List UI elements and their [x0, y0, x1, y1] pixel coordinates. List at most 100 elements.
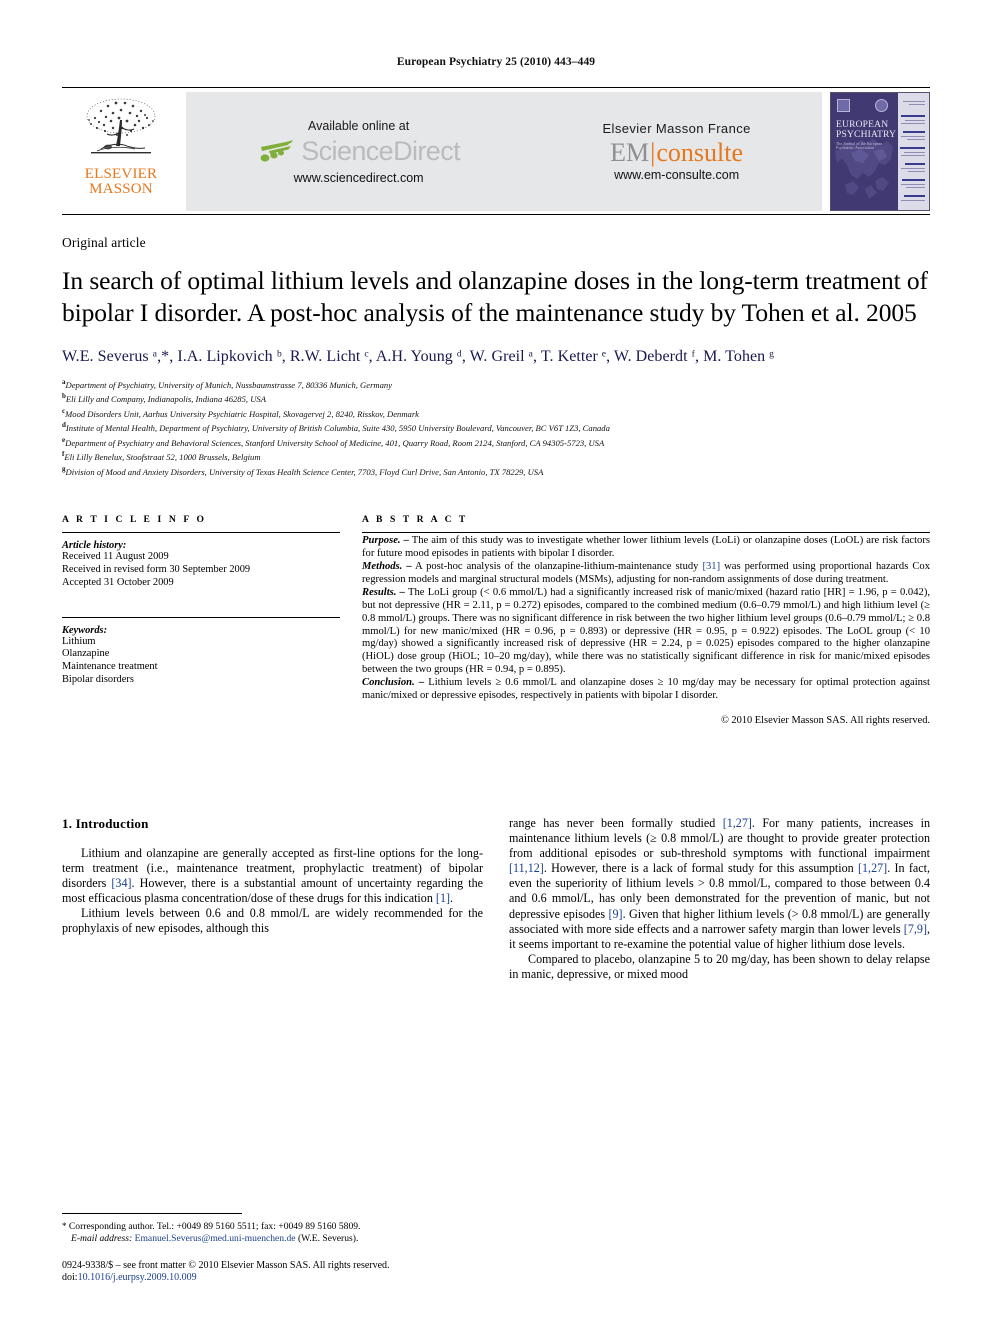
footnote-zone: * Corresponding author. Tel.: +0049 89 5…: [62, 1213, 492, 1285]
intro-paragraph-2: Lithium levels between 0.6 and 0.8 mmol/…: [62, 906, 483, 936]
affiliation-text: Department of Psychiatry, University of …: [65, 379, 393, 390]
affiliation-text: Mood Disorders Unit, Aarhus University P…: [65, 408, 419, 419]
affiliation-item: cMood Disorders Unit, Aarhus University …: [62, 406, 419, 419]
abstract-results-text: The LoLi group (< 0.6 mmol/L) had a sign…: [362, 586, 930, 676]
citation-link[interactable]: [7,9]: [904, 922, 927, 936]
doi-label: doi:: [62, 1272, 78, 1284]
cover-title-line1: EUROPEAN: [836, 120, 889, 130]
sciencedirect-block: Available online at ScienceDirect www.sc…: [257, 118, 461, 185]
article-history-item: Received in revised form 30 September 20…: [62, 563, 251, 575]
citation-link[interactable]: [11,12]: [509, 861, 544, 875]
affiliation-text: Institute of Mental Health, Department o…: [65, 423, 610, 434]
abstract-methods-text-a: A post-hoc analysis of the olanzapine-li…: [411, 560, 703, 572]
doi-link[interactable]: 10.1016/j.eurpsy.2009.10.009: [78, 1272, 197, 1283]
article-history-heading: Article history:: [62, 540, 127, 552]
sciencedirect-url: www.sciencedirect.com: [293, 170, 424, 185]
email-link[interactable]: Emanuel.Severus@med.uni-muenchen.de: [135, 1233, 296, 1244]
article-info-column: A R T I C L E I N F O Article history: R…: [62, 514, 340, 726]
sciencedirect-wordmark: ScienceDirect: [301, 136, 460, 166]
emconsulte-logo: EM|consulte: [602, 139, 750, 167]
cover-subtitle: The Journal of the European Psychiatric …: [836, 142, 883, 150]
keywords-block: Keywords: Lithium Olanzapine Maintenance…: [62, 616, 340, 687]
elsevier-tree-icon: [75, 94, 167, 166]
affiliation-item: gDivision of Mood and Anxiety Disorders,…: [62, 464, 544, 477]
abstract-results-label: Results. –: [362, 586, 405, 598]
masthead-bottom-rule: [62, 214, 930, 215]
intro-text: . However, there is a lack of formal stu…: [543, 861, 858, 876]
consulte-wordmark: consulte: [656, 138, 744, 167]
article-info-rule: [62, 532, 340, 534]
page-title: In search of optimal lithium levels and …: [62, 266, 928, 327]
cover-artwork: EUROPEAN PSYCHIATRY The Journal of the E…: [831, 93, 899, 210]
abstract-conclusion-label: Conclusion. –: [362, 677, 425, 689]
citation-link[interactable]: [1,27]: [723, 816, 752, 830]
issn-line: 0924-9338/$ – see front matter © 2010 El…: [62, 1259, 390, 1271]
intro-text: .: [450, 891, 454, 906]
article-page: European Psychiatry 25 (2010) 443–449 EL…: [0, 0, 992, 1323]
body-column-left: 1. Introduction Lithium and olanzapine a…: [62, 816, 483, 982]
corresponding-author-text: Corresponding author. Tel.: +0049 89 516…: [66, 1221, 361, 1232]
emconsulte-url: www.em-consulte.com: [614, 168, 740, 182]
keyword-item: Olanzapine: [62, 648, 110, 660]
cover-contents-panel: [897, 93, 929, 210]
sciencedirect-swoosh-icon: [260, 139, 294, 162]
sciencedirect-logo: ScienceDirect: [257, 135, 461, 169]
citation-link[interactable]: [34]: [111, 876, 131, 890]
abstract-purpose-text: The aim of this study was to investigate…: [362, 535, 930, 560]
affiliation-item: dInstitute of Mental Health, Department …: [62, 421, 610, 434]
elsevier-masson-france-label: Elsevier Masson France: [602, 121, 751, 136]
doi-line: doi:10.1016/j.eurpsy.2009.10.009: [62, 1272, 492, 1285]
elsevier-wordmark: ELSEVIER MASSON: [85, 167, 157, 197]
body-columns: 1. Introduction Lithium and olanzapine a…: [62, 816, 930, 982]
affiliation-item: fEli Lilly Benelux, Stoofstraat 52, 1000…: [62, 450, 261, 463]
affiliation-text: Department of Psychiatry and Behavioral …: [65, 437, 605, 448]
elsevier-masson-logo: ELSEVIER MASSON: [62, 92, 180, 211]
citation-link[interactable]: [31]: [702, 561, 720, 572]
abstract-copyright: © 2010 Elsevier Masson SAS. All rights r…: [720, 714, 930, 726]
masson-text: MASSON: [89, 180, 153, 197]
article-type-label: Original article: [62, 235, 146, 250]
abstract-heading: A B S T R A C T: [362, 514, 468, 526]
article-history-item: Accepted 31 October 2009: [62, 576, 174, 588]
cover-title: EUROPEAN PSYCHIATRY The Journal of the E…: [836, 120, 898, 150]
citation-link[interactable]: [9]: [608, 907, 622, 921]
issn-doi-block: 0924-9338/$ – see front matter © 2010 El…: [62, 1260, 492, 1285]
info-abstract-block: A R T I C L E I N F O Article history: R…: [62, 514, 930, 726]
cover-title-line2: PSYCHIATRY: [836, 130, 897, 140]
email-author-suffix: (W.E. Severus).: [295, 1233, 359, 1245]
keyword-item: Lithium: [62, 635, 96, 647]
abstract-column: A B S T R A C T Purpose. – The aim of th…: [362, 514, 930, 726]
cover-publisher-mark: [837, 99, 850, 112]
affiliations-list: aDepartment of Psychiatry, University of…: [62, 377, 930, 478]
abstract-methods-label: Methods. –: [362, 560, 412, 572]
abstract-purpose: Purpose. – The aim of this study was to …: [362, 533, 930, 561]
corresponding-author-note: * Corresponding author. Tel.: +0049 89 5…: [62, 1220, 492, 1233]
article-history-item: Received 11 August 2009: [62, 551, 169, 563]
section-heading-introduction: 1. Introduction: [62, 815, 149, 831]
keyword-item: Bipolar disorders: [62, 673, 134, 685]
available-online-label: Available online at: [308, 118, 410, 133]
email-label: E-mail address:: [71, 1233, 133, 1245]
masthead-top-rule: [62, 87, 930, 88]
body-column-right: range has never been formally studied [1…: [509, 816, 930, 982]
masthead: ELSEVIER MASSON Available online at Scie…: [62, 92, 930, 211]
keywords-rule: [62, 616, 340, 618]
affiliation-item: aDepartment of Psychiatry, University of…: [62, 378, 393, 390]
publisher-banner: Available online at ScienceDirect www.sc…: [186, 92, 822, 211]
article-info-heading: A R T I C L E I N F O: [62, 514, 207, 526]
keyword-item: Maintenance treatment: [62, 661, 158, 673]
affiliation-text: Eli Lilly Benelux, Stoofstraat 52, 1000 …: [64, 452, 261, 463]
abstract-conclusion: Conclusion. – Lithium levels ≥ 0.6 mmol/…: [362, 677, 930, 703]
em-wordmark: EM: [610, 138, 650, 167]
journal-cover-thumbnail: EUROPEAN PSYCHIATRY The Journal of the E…: [830, 92, 930, 211]
abstract-methods: Methods. – A post-hoc analysis of the ol…: [362, 561, 930, 587]
abstract-purpose-label: Purpose. –: [362, 535, 409, 547]
citation-link[interactable]: [1]: [436, 891, 450, 905]
citation-link[interactable]: [1,27]: [858, 861, 887, 875]
abstract-results: Results. – The LoLi group (< 0.6 mmol/L)…: [362, 587, 930, 677]
intro-text: range has never been formally studied: [509, 815, 723, 830]
emconsulte-block: Elsevier Masson France EM|consulte www.e…: [602, 121, 750, 182]
author-list: W.E. Severus ᵃ,*, I.A. Lipkovich ᵇ, R.W.…: [62, 348, 775, 365]
intro-paragraph-4: Compared to placebo, olanzapine 5 to 20 …: [509, 951, 930, 981]
affiliation-text: Division of Mood and Anxiety Disorders, …: [65, 466, 544, 477]
